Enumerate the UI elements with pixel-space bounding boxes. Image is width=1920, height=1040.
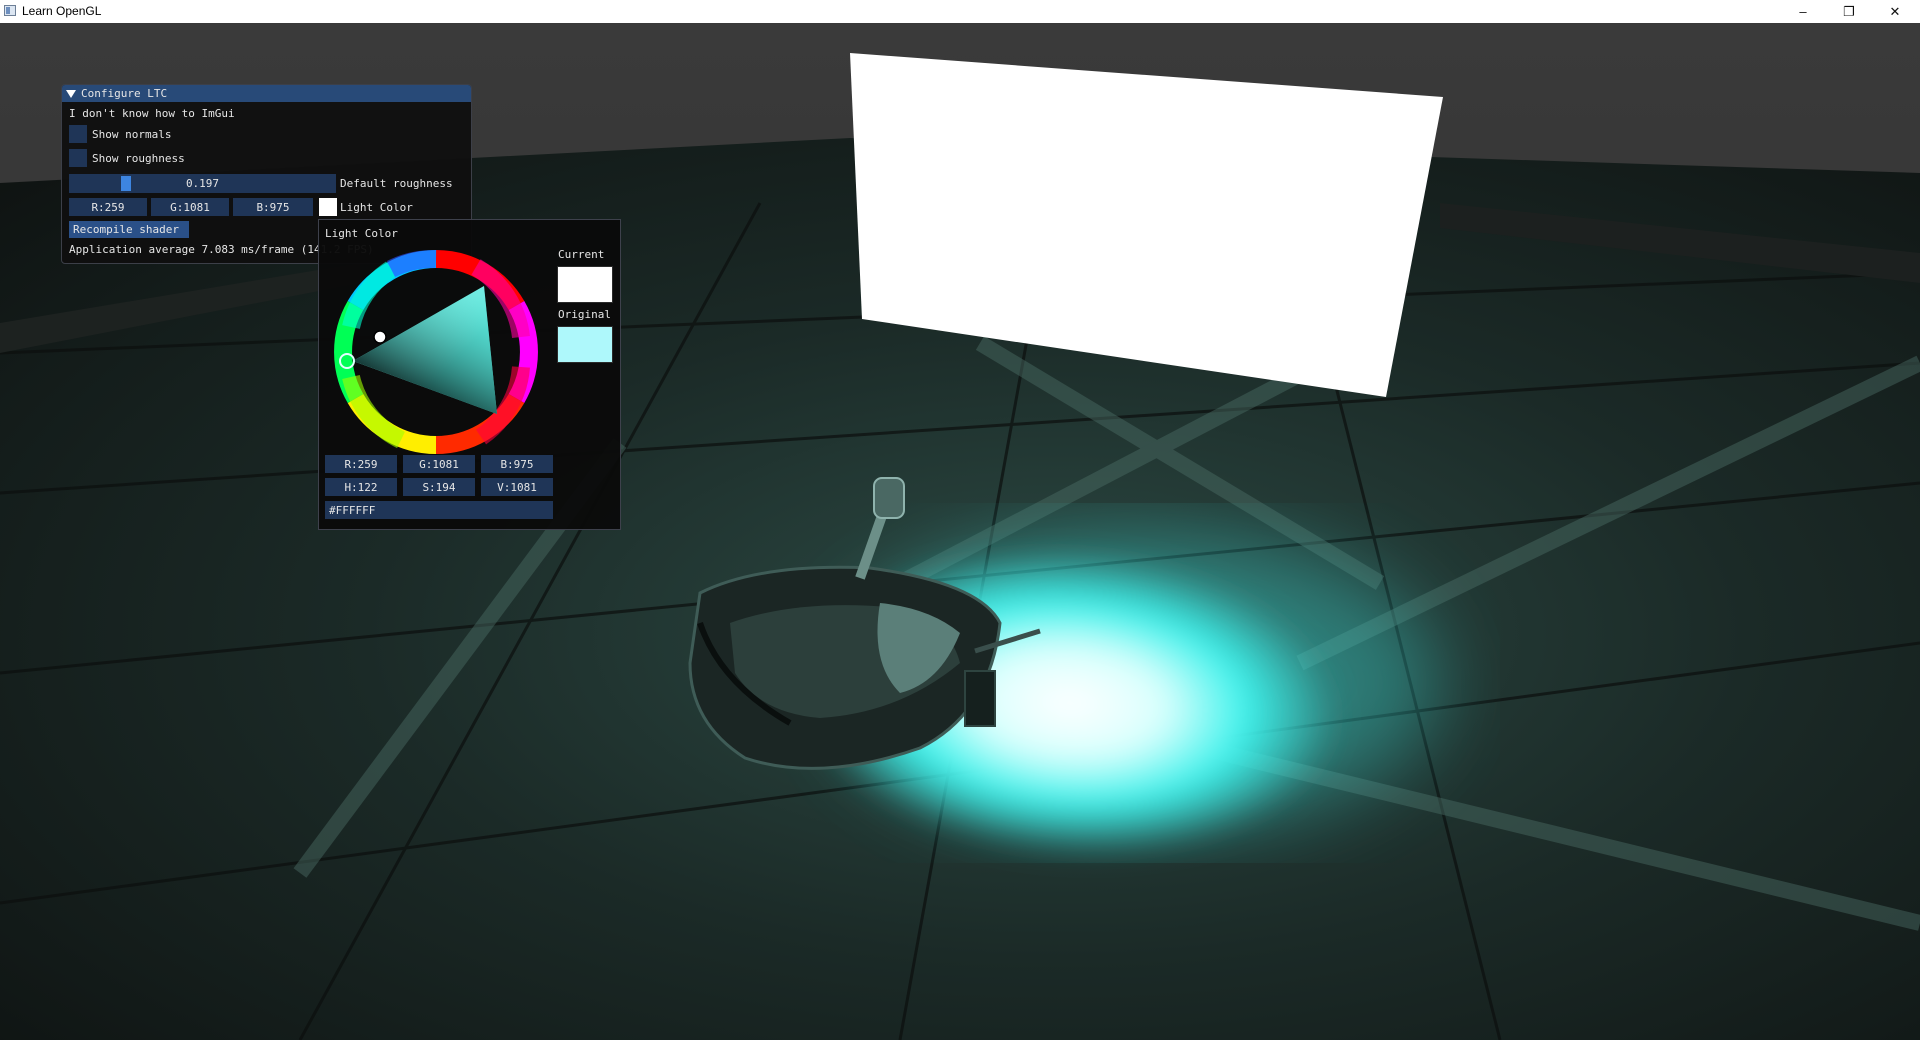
collapse-triangle-icon[interactable] — [66, 89, 76, 98]
ltc-window-header[interactable]: Configure LTC — [62, 85, 471, 102]
roughness-value: 0.197 — [185, 177, 220, 190]
window-title: Learn OpenGL — [22, 4, 102, 18]
current-color-swatch — [557, 266, 613, 303]
picker-title: Light Color — [325, 227, 398, 240]
recompile-shader-button[interactable]: Recompile shader — [69, 221, 189, 238]
color-picker-popup[interactable]: Light Color Current Original R:259 G:108… — [318, 219, 621, 530]
original-color-swatch[interactable] — [557, 326, 613, 363]
picker-h-field[interactable]: H:122 — [325, 478, 397, 496]
hex-input[interactable]: #FFFFFF — [325, 501, 553, 519]
light-color-r-field[interactable]: R:259 — [69, 198, 147, 216]
sv-cursor[interactable] — [373, 330, 387, 344]
light-color-b-field[interactable]: B:975 — [233, 198, 313, 216]
show-roughness-label: Show roughness — [92, 152, 185, 165]
show-normals-checkbox[interactable] — [69, 125, 87, 143]
show-normals-label: Show normals — [92, 128, 172, 141]
roughness-label: Default roughness — [340, 177, 453, 190]
info-text: I don't know how to ImGui — [69, 107, 235, 120]
show-roughness-checkbox[interactable] — [69, 149, 87, 167]
original-label: Original — [558, 308, 611, 321]
app-window-icon — [4, 5, 16, 16]
picker-r-field[interactable]: R:259 — [325, 455, 397, 473]
hue-wheel-graphic[interactable] — [331, 247, 541, 457]
light-color-swatch[interactable] — [319, 198, 337, 216]
roughness-slider-grab[interactable] — [120, 176, 131, 191]
picker-v-field[interactable]: V:1081 — [481, 478, 553, 496]
ltc-window-title: Configure LTC — [81, 87, 168, 100]
light-color-g-field[interactable]: G:1081 — [151, 198, 229, 216]
minimize-button[interactable]: – — [1780, 0, 1826, 23]
close-button[interactable]: ✕ — [1872, 0, 1918, 23]
title-bar: Learn OpenGL – ❐ ✕ — [0, 0, 1920, 24]
picker-b-field[interactable]: B:975 — [481, 455, 553, 473]
hue-wheel[interactable] — [331, 247, 541, 457]
picker-s-field[interactable]: S:194 — [403, 478, 475, 496]
picker-g-field[interactable]: G:1081 — [403, 455, 475, 473]
roughness-slider[interactable]: 0.197 — [69, 174, 336, 193]
restore-button[interactable]: ❐ — [1826, 0, 1872, 23]
light-color-label: Light Color — [340, 201, 413, 214]
current-label: Current — [558, 248, 605, 261]
